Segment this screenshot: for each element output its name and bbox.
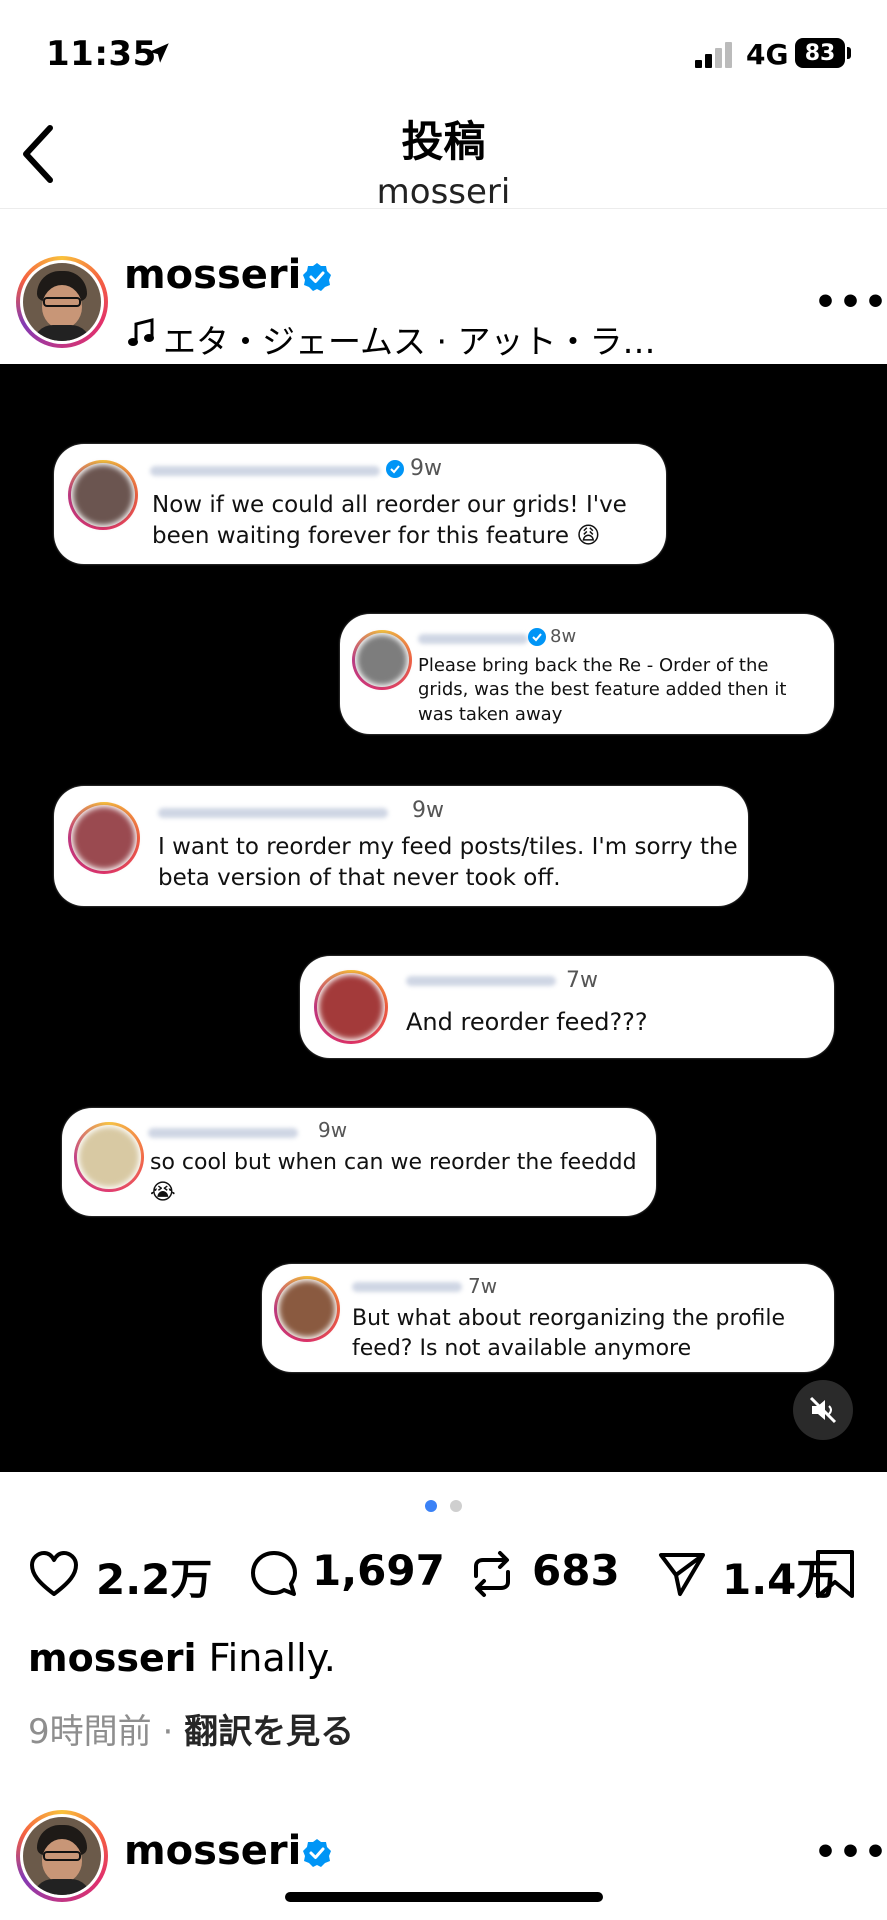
commenter-name-blurred (148, 1128, 298, 1138)
post-username[interactable]: mosseri (124, 252, 301, 298)
commenter-name-blurred (418, 634, 528, 644)
speaker-muted-icon (809, 1396, 837, 1424)
commenter-name-blurred (158, 808, 388, 818)
post-meta: 9時間前 · 翻訳を見る (28, 1704, 354, 1753)
comment-time: 8w (550, 626, 577, 647)
music-note-icon (128, 318, 154, 346)
network-label: 4G (746, 38, 789, 71)
translate-link[interactable]: 翻訳を見る (184, 1712, 354, 1752)
comment-time: 7w (566, 968, 598, 993)
comment-time: 9w (318, 1118, 348, 1142)
home-indicator[interactable] (285, 1892, 603, 1902)
next-post-username[interactable]: mosseri (124, 1828, 301, 1874)
avatar-photo (23, 263, 101, 341)
comment-time: 9w (410, 456, 442, 481)
commenter-name-blurred (352, 1282, 462, 1292)
comment-count[interactable]: 1,697 (312, 1546, 445, 1595)
header-divider (0, 208, 887, 209)
post-time: 9時間前 (28, 1712, 152, 1752)
comment-text: Please bring back the Re - Order of the … (418, 655, 787, 725)
carousel-dot-active (425, 1500, 437, 1512)
commenter-name-blurred (406, 976, 556, 986)
commenter-name-blurred (150, 466, 380, 476)
battery-icon: 83 (795, 38, 845, 68)
repost-icon[interactable] (466, 1548, 518, 1600)
commenter-avatar (74, 1122, 144, 1192)
comment-time: 9w (412, 798, 444, 823)
like-count[interactable]: 2.2万 (96, 1546, 212, 1607)
repost-count[interactable]: 683 (532, 1546, 620, 1595)
comment-card: 8w Please bring back the Re - Order of t… (340, 614, 834, 734)
commenter-avatar (314, 970, 388, 1044)
next-post-more-button[interactable]: ••• (814, 1832, 887, 1873)
verified-badge-icon (386, 460, 404, 478)
more-options-button[interactable]: ••• (814, 282, 887, 323)
mute-button[interactable] (793, 1380, 853, 1440)
verified-badge-icon (303, 263, 331, 291)
status-time: 11:35 (46, 34, 157, 74)
heart-icon[interactable] (28, 1548, 80, 1600)
commenter-avatar (352, 630, 412, 690)
verified-badge-icon (528, 628, 546, 646)
comment-card: 7w But what about reorganizing the profi… (262, 1264, 834, 1372)
commenter-avatar (68, 802, 140, 874)
page-subtitle: mosseri (376, 172, 511, 212)
location-arrow-icon (149, 43, 169, 63)
comment-text: But what about reorganizing the profile … (352, 1306, 786, 1361)
post-caption: mosseri Finally. (28, 1636, 336, 1680)
commenter-avatar (274, 1276, 340, 1342)
comment-text: so cool but when can we reorder the feed… (150, 1150, 637, 1205)
bookmark-icon[interactable] (812, 1548, 858, 1600)
battery-level: 83 (804, 40, 836, 66)
verified-badge-icon (303, 1839, 331, 1867)
post-media[interactable]: 9w Now if we could all reorder our grids… (0, 364, 887, 1472)
page-title: 投稿 (401, 117, 486, 166)
comment-card: 9w Now if we could all reorder our grids… (54, 444, 666, 564)
comment-time: 7w (468, 1274, 498, 1298)
comment-text: Now if we could all reorder our grids! I… (152, 492, 627, 550)
carousel-dot (450, 1500, 462, 1512)
comment-text: I want to reorder my feed posts/tiles. I… (158, 834, 738, 892)
battery-tip (847, 47, 851, 59)
caption-username[interactable]: mosseri (28, 1636, 196, 1680)
avatar[interactable] (16, 256, 108, 348)
comment-text: And reorder feed??? (406, 1008, 648, 1036)
comment-bubble-icon[interactable] (248, 1548, 300, 1600)
comment-card: 9w so cool but when can we reorder the f… (62, 1108, 656, 1216)
comment-card: 7w And reorder feed??? (300, 956, 834, 1058)
comment-card: 9w I want to reorder my feed posts/tiles… (54, 786, 748, 906)
music-track-label[interactable]: エタ・ジェームス · アット・ラ… (163, 315, 655, 363)
next-post-avatar[interactable] (16, 1810, 108, 1902)
send-icon[interactable] (656, 1548, 708, 1600)
caption-text: Finally. (208, 1636, 336, 1680)
signal-icon (695, 42, 732, 68)
meta-separator: · (151, 1712, 185, 1752)
avatar-photo (23, 1817, 101, 1895)
commenter-avatar (68, 460, 138, 530)
